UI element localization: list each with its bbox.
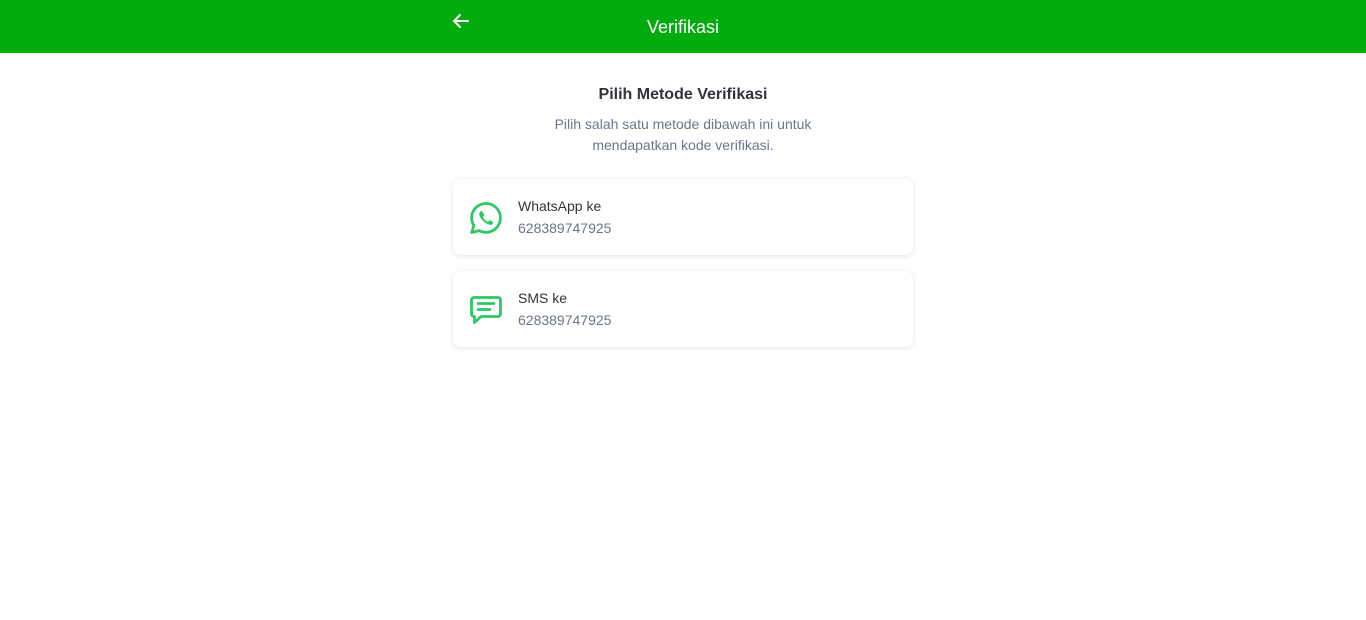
whatsapp-icon (470, 202, 502, 234)
method-label: SMS ke (518, 290, 568, 306)
method-label: WhatsApp ke (518, 198, 602, 214)
whatsapp-method-option[interactable]: WhatsApp ke 628389747925 (453, 179, 913, 255)
section-subtitle: Pilih salah satu metode dibawah ini untu… (554, 116, 812, 153)
top-bar: Verifikasi (0, 0, 1366, 53)
method-phone-number: 628389747925 (518, 312, 612, 328)
chat-bubble-icon (470, 296, 502, 324)
sms-method-option[interactable]: SMS ke 628389747925 (453, 271, 913, 347)
method-phone-number: 628389747925 (518, 220, 612, 236)
page-title: Verifikasi (646, 17, 720, 37)
section-heading: Pilih Metode Verifikasi (598, 86, 768, 103)
